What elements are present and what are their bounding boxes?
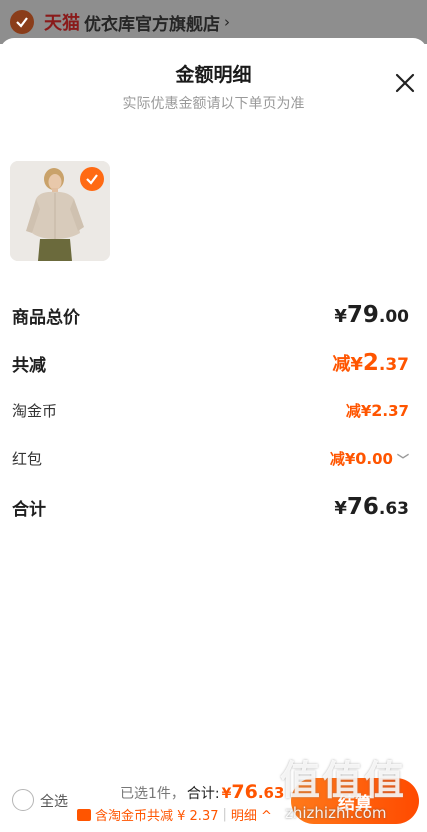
shop-checkbox-icon [10, 10, 34, 34]
taojinbi-int: 2 [371, 401, 383, 420]
discount-total-yen: ¥ [350, 354, 363, 375]
total-dec: .63 [378, 499, 409, 519]
row-subtotal: 商品总价 ¥ 79 .00 [12, 302, 409, 328]
total-int: 76 [346, 494, 379, 520]
taojinbi-dec: .37 [382, 402, 409, 420]
discount-total-dec: .37 [378, 355, 409, 375]
discount-total-prefix: 减 [332, 354, 351, 375]
taojinbi-prefix: 减 [345, 402, 361, 420]
selection-summary: 已选1件， 合计: ¥ 76 .63 [120, 781, 284, 803]
separator: | [222, 807, 227, 822]
chevron-right-icon: › [224, 13, 230, 31]
subtotal-label: 商品总价 [12, 307, 80, 328]
subtotal-value: ¥ 79 .00 [334, 302, 409, 328]
summary-total-value: ¥ 76 .63 [222, 781, 285, 803]
subtotal-yen: ¥ [334, 306, 347, 327]
sheet-subtitle: 实际优惠金额请以下单页为准 [122, 96, 305, 112]
discount-total-value: 减 ¥ 2 .37 [332, 350, 409, 376]
discount-total-int: 2 [362, 350, 379, 376]
red-packet-prefix: 减 [329, 450, 345, 468]
select-all-radio[interactable] [12, 789, 34, 811]
total-value: ¥ 76 .63 [334, 494, 409, 520]
summary-yen: ¥ [221, 786, 232, 802]
shop-name: 优衣库官方旗舰店 [84, 14, 220, 35]
row-discount-total: 共减 减 ¥ 2 .37 [12, 350, 409, 376]
selected-count: 已选1件， [120, 786, 185, 802]
row-taojinbi: 淘金币 减 ¥ 2 .37 [12, 400, 409, 421]
amount-detail-sheet: 金额明细 实际优惠金额请以下单页为准 商品总价 ¥ 79 .00 共减 减 ¥ … [0, 38, 427, 832]
summary-int: 76 [231, 781, 258, 803]
discount-total-label: 共减 [12, 355, 46, 376]
total-label: 合计 [12, 499, 46, 520]
subtotal-dec: .00 [378, 307, 409, 327]
watermark-url: zhizhizhi.com [285, 804, 387, 822]
coin-discount-line: 含淘金币共减 ¥ 2.37 | 明细 ^ [77, 805, 272, 824]
total-yen: ¥ [334, 498, 347, 519]
watermark-logo: 值值值 [280, 758, 406, 804]
product-selected-checkbox[interactable] [80, 167, 104, 191]
subtotal-int: 79 [346, 302, 379, 328]
red-packet-dec: .00 [366, 450, 393, 468]
red-packet-yen: ¥ [344, 450, 356, 468]
row-red-packet[interactable]: 红包 减 ¥ 0 .00 ﹀ [12, 448, 409, 469]
coin-icon [77, 808, 91, 821]
tmall-brand: 天猫 [44, 13, 80, 34]
taojinbi-label: 淘金币 [12, 402, 58, 420]
coin-discount-text: 含淘金币共减 ¥ 2.37 [95, 809, 219, 824]
summary-total-label: 合计: [186, 786, 220, 802]
red-packet-int: 0 [355, 449, 367, 468]
product-thumbnail[interactable] [10, 161, 110, 261]
red-packet-value: 减 ¥ 0 .00 ﹀ [330, 448, 409, 469]
close-icon[interactable] [393, 71, 417, 95]
detail-toggle-link[interactable]: 明细 ^ [231, 805, 272, 824]
row-total: 合计 ¥ 76 .63 [12, 494, 409, 520]
select-all-label[interactable]: 全选 [40, 791, 68, 811]
taojinbi-yen: ¥ [360, 402, 372, 420]
taojinbi-value: 减 ¥ 2 .37 [346, 400, 409, 421]
red-packet-label: 红包 [12, 450, 43, 468]
chevron-down-icon[interactable]: ﹀ [397, 451, 409, 468]
sheet-title: 金额明细 [175, 64, 252, 86]
